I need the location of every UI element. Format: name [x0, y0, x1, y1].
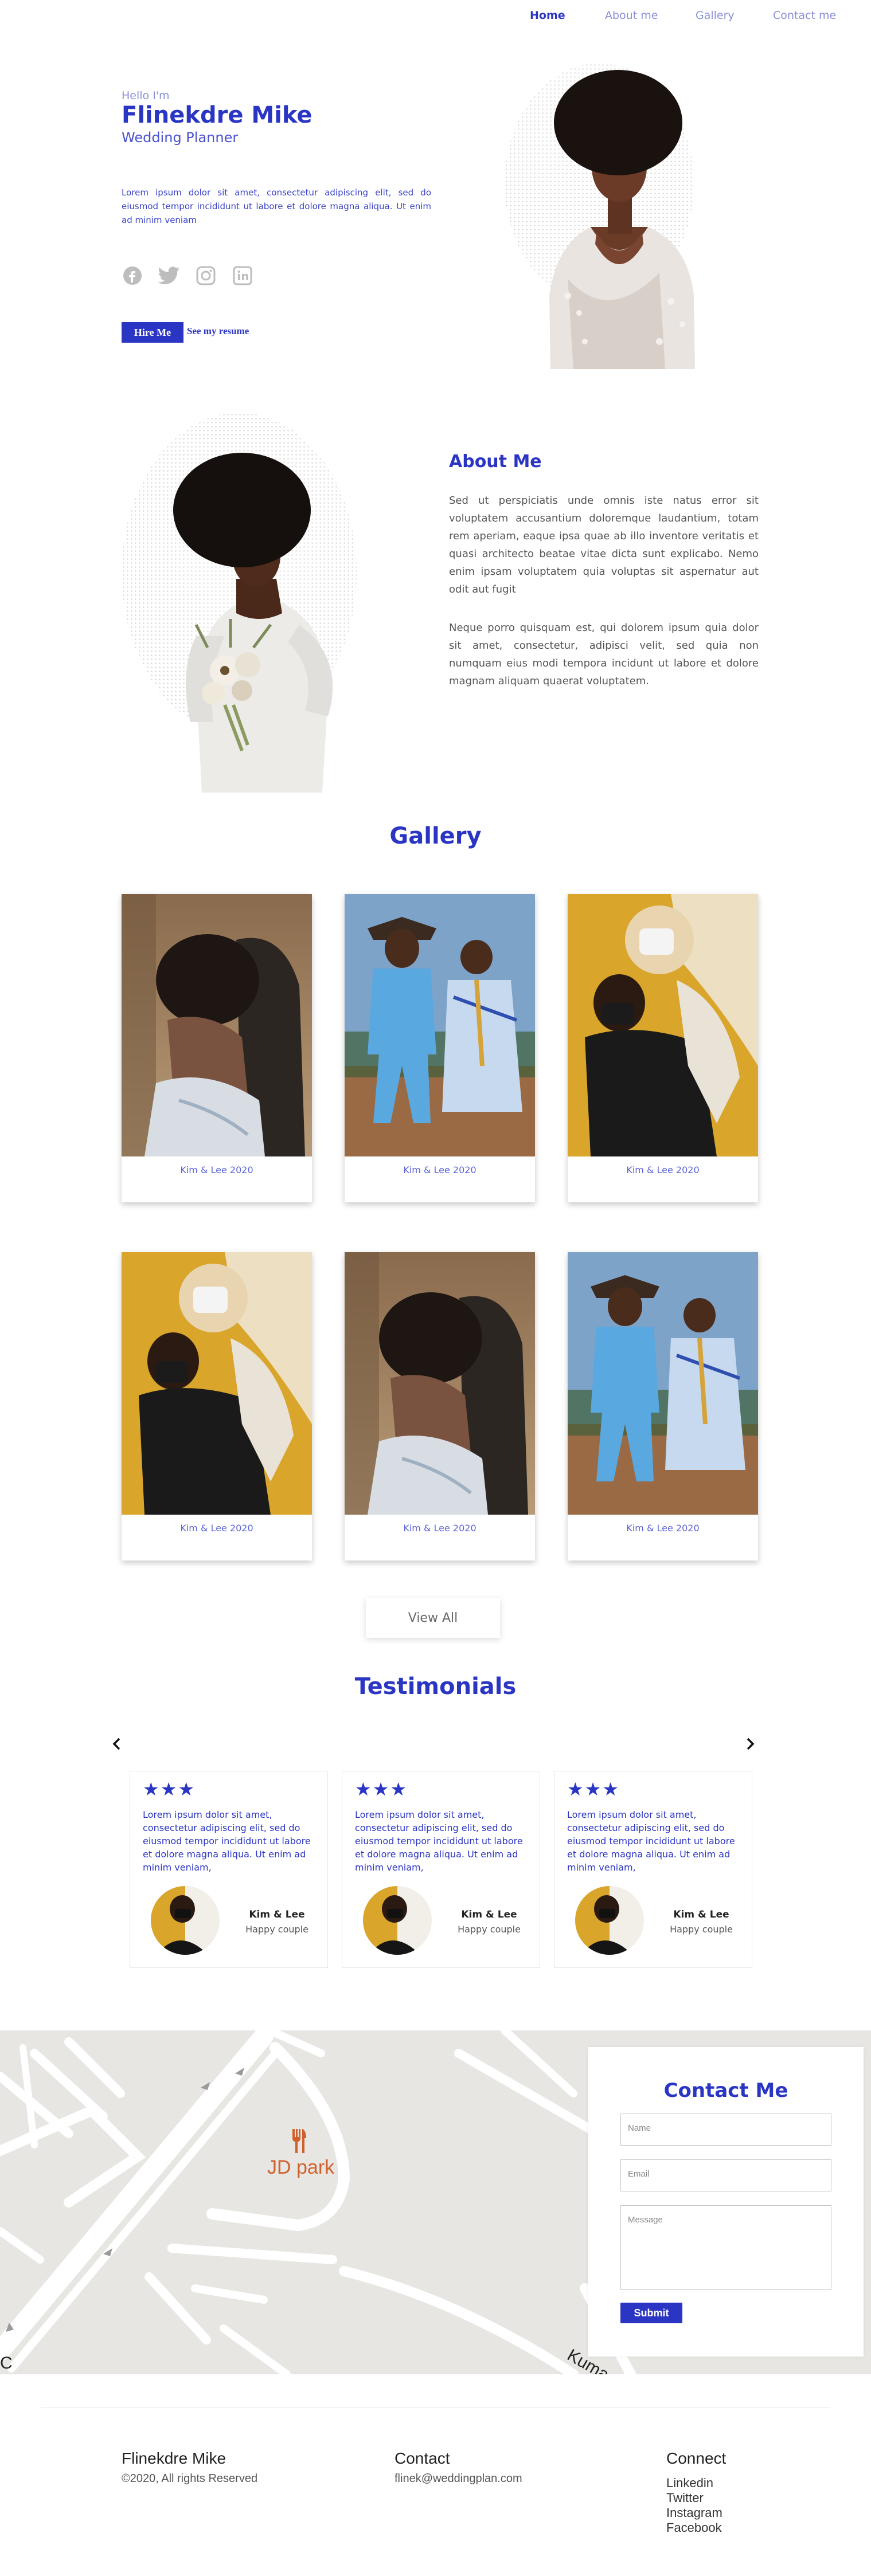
gallery-photo-masked-couple: [568, 894, 758, 1156]
nav-home[interactable]: Home: [530, 9, 565, 22]
facebook-icon[interactable]: [122, 265, 143, 287]
nav-contact-me[interactable]: Contact me: [773, 9, 836, 22]
submit-button[interactable]: Submit: [620, 2303, 682, 2323]
nav-about-me[interactable]: About me: [605, 9, 658, 22]
contact-form-panel: Contact Me Name Email Message Submit: [588, 2047, 864, 2357]
footer-link-instagram[interactable]: Instagram: [666, 2506, 722, 2520]
testimonial-text: Lorem ipsum dolor sit amet, consectetur …: [567, 1809, 735, 1873]
gallery-card[interactable]: Kim & Lee 2020: [345, 894, 535, 1202]
testimonial-name: Kim & Lee: [249, 1909, 305, 1920]
gallery-caption: Kim & Lee 2020: [403, 1523, 476, 1534]
rating-stars-icon: ★★★: [355, 1778, 408, 1800]
hire-me-button[interactable]: Hire Me: [122, 322, 183, 343]
linkedin-icon[interactable]: [232, 265, 253, 287]
gallery-photo-dancing-couple: [345, 894, 535, 1156]
gallery-card[interactable]: Kim & Lee 2020: [122, 1252, 312, 1561]
testimonial-name: Kim & Lee: [461, 1909, 517, 1920]
name-input[interactable]: Name: [620, 2114, 831, 2146]
hero-name: Flinekdre Mike: [122, 102, 313, 128]
view-all-button[interactable]: View All: [366, 1598, 500, 1638]
gallery-caption: Kim & Lee 2020: [626, 1523, 700, 1534]
contact-title: Contact Me: [663, 2079, 788, 2102]
footer-email[interactable]: flinek@weddingplan.com: [395, 2472, 522, 2485]
gallery-photo-dancing-couple: [568, 1252, 758, 1515]
testimonial-text: Lorem ipsum dolor sit amet, consectetur …: [143, 1809, 311, 1873]
about-portrait: [156, 453, 345, 793]
gallery-caption: Kim & Lee 2020: [180, 1165, 253, 1175]
testimonial-card: ★★★ Lorem ipsum dolor sit amet, consecte…: [130, 1771, 328, 1968]
map-place-label: JD park: [267, 2157, 335, 2178]
testimonial-card: ★★★ Lorem ipsum dolor sit amet, consecte…: [342, 1771, 540, 1968]
hero-description: Lorem ipsum dolor sit amet, consectetur …: [122, 187, 431, 225]
footer-copyright: ©2020, All rights Reserved: [122, 2472, 258, 2485]
hero-greeting: Hello I'm: [122, 89, 170, 102]
testimonial-text: Lorem ipsum dolor sit amet, consectetur …: [355, 1809, 523, 1873]
gallery-photo-couple-embrace: [345, 1252, 535, 1515]
footer-divider: [41, 2407, 830, 2408]
gallery-title: Gallery: [389, 823, 482, 849]
hero-role: Wedding Planner: [122, 130, 239, 146]
testimonial-role: Happy couple: [458, 1924, 521, 1935]
avatar: [575, 1886, 644, 1955]
gallery-card[interactable]: Kim & Lee 2020: [568, 894, 758, 1202]
testimonial-role: Happy couple: [245, 1924, 308, 1935]
testimonial-role: Happy couple: [670, 1924, 733, 1935]
footer-contact-title: Contact: [395, 2449, 450, 2467]
footer-link-linkedin[interactable]: Linkedin: [666, 2476, 713, 2491]
testimonials-title: Testimonials: [354, 1673, 517, 1700]
testimonial-card: ★★★ Lorem ipsum dolor sit amet, consecte…: [554, 1771, 752, 1968]
hero-portrait: [516, 55, 700, 369]
top-nav: Home About me Gallery Contact me: [0, 0, 871, 34]
about-title: About Me: [449, 452, 542, 472]
footer-link-facebook[interactable]: Facebook: [666, 2520, 722, 2535]
gallery-caption: Kim & Lee 2020: [403, 1165, 476, 1175]
gallery-caption: Kim & Lee 2020: [180, 1523, 253, 1534]
footer-connect-title: Connect: [666, 2449, 727, 2467]
twitter-icon[interactable]: [158, 265, 180, 287]
gallery-card[interactable]: Kim & Lee 2020: [568, 1252, 758, 1561]
avatar: [151, 1886, 220, 1955]
email-input[interactable]: Email: [620, 2159, 831, 2191]
about-paragraph-1: Sed ut perspiciatis unde omnis iste natu…: [449, 495, 759, 595]
see-resume-link[interactable]: See my resume: [187, 326, 249, 337]
avatar: [363, 1886, 432, 1955]
nav-gallery[interactable]: Gallery: [696, 9, 735, 22]
rating-stars-icon: ★★★: [143, 1778, 196, 1800]
social-links: [122, 265, 253, 287]
rating-stars-icon: ★★★: [567, 1778, 620, 1800]
gallery-caption: Kim & Lee 2020: [626, 1165, 700, 1175]
chevron-right-icon[interactable]: [744, 1735, 756, 1755]
footer-brand: Flinekdre Mike: [122, 2449, 226, 2467]
footer-link-twitter[interactable]: Twitter: [666, 2491, 704, 2506]
chevron-left-icon[interactable]: [111, 1735, 123, 1755]
gallery-card[interactable]: Kim & Lee 2020: [122, 894, 312, 1202]
gallery-card[interactable]: Kim & Lee 2020: [345, 1252, 535, 1561]
about-paragraph-2: Neque porro quisquam est, qui dolorem ip…: [449, 622, 759, 687]
restaurant-icon: [290, 2128, 307, 2157]
instagram-icon[interactable]: [195, 265, 217, 287]
gallery-photo-masked-couple: [122, 1252, 312, 1515]
svg-text:C: C: [0, 2354, 13, 2373]
gallery-photo-couple-embrace: [122, 894, 312, 1156]
testimonial-name: Kim & Lee: [673, 1909, 729, 1920]
message-textarea[interactable]: Message: [620, 2205, 831, 2290]
